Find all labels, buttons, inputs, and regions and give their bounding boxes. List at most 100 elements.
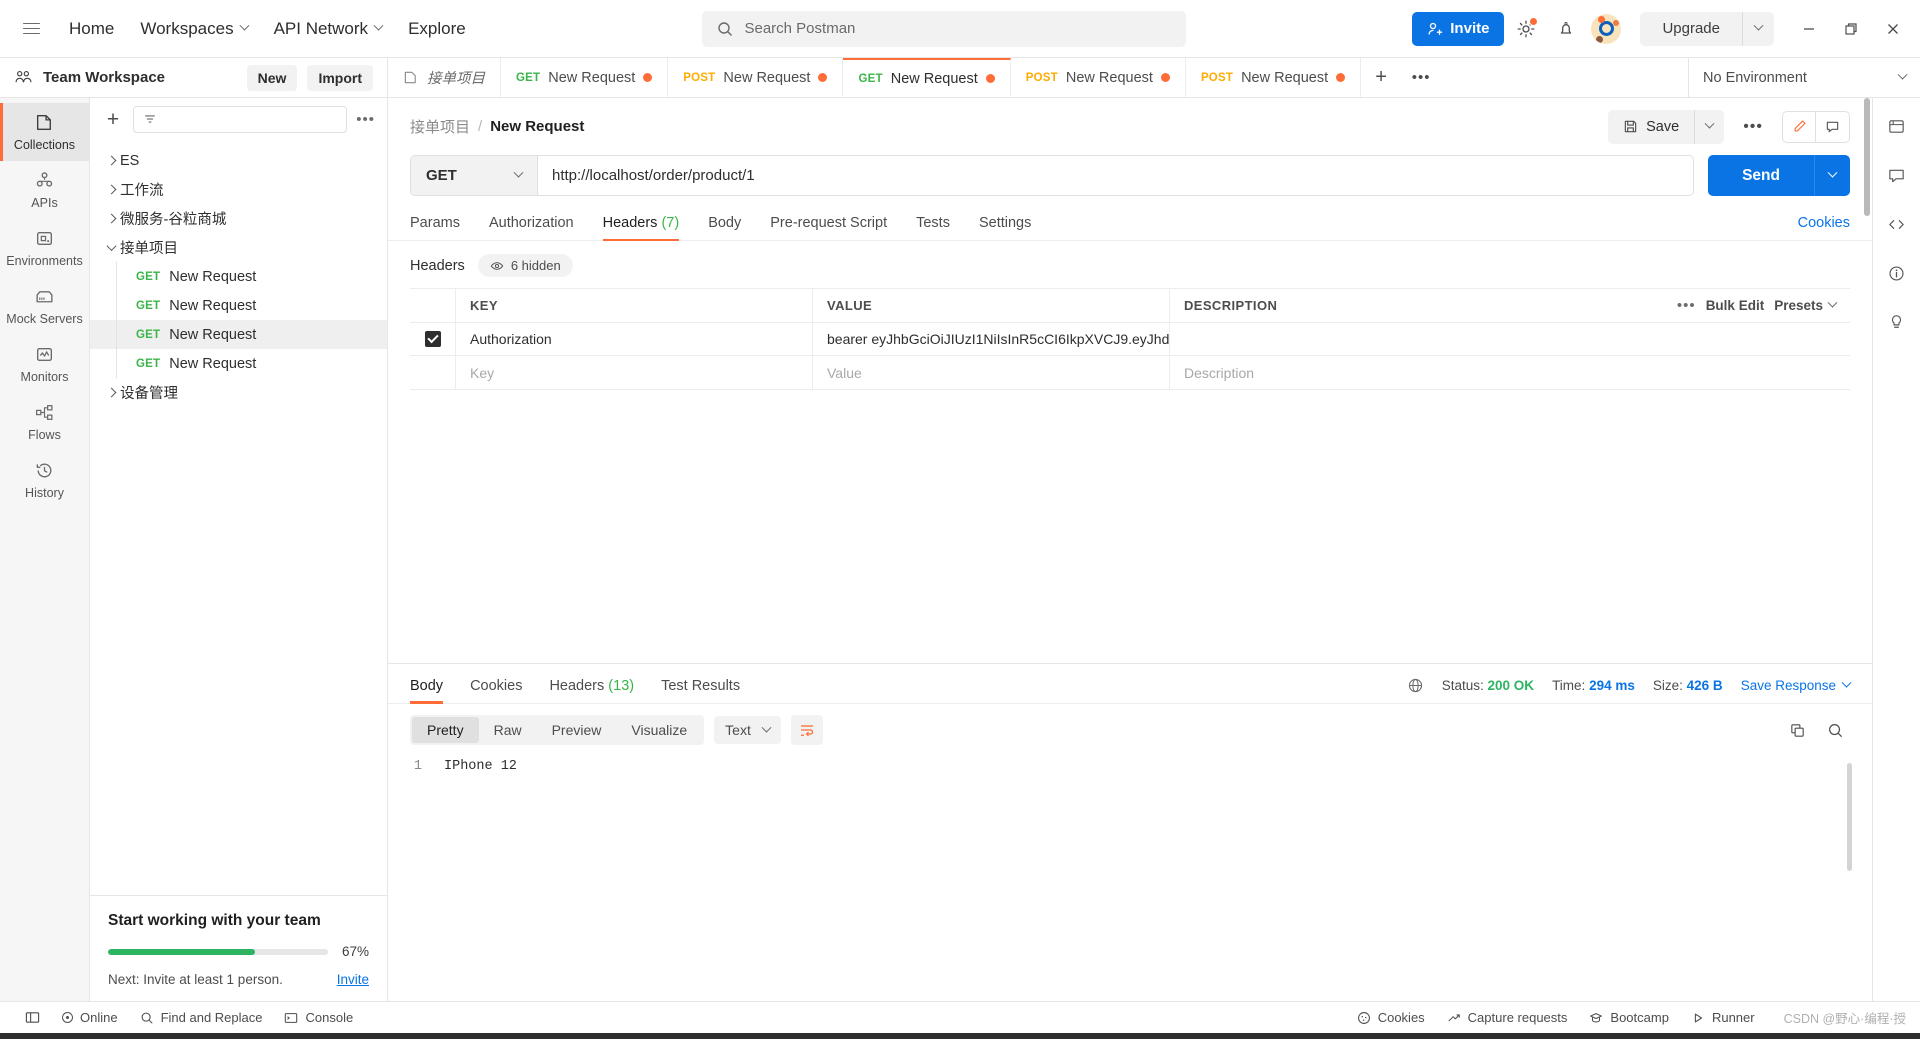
hamburger-icon[interactable] (14, 12, 48, 46)
row-description[interactable] (1170, 323, 1850, 355)
save-dropdown-button[interactable] (1694, 109, 1724, 144)
code-icon[interactable] (1881, 208, 1913, 240)
view-mode-pretty[interactable]: Pretty (412, 717, 479, 743)
tree-request-1[interactable]: GET New Request (90, 262, 387, 291)
avatar-button[interactable] (1588, 11, 1624, 47)
environment-selector[interactable]: No Environment (1688, 58, 1920, 97)
content-scrollbar[interactable] (1864, 98, 1870, 216)
presets-button[interactable]: Presets (1774, 297, 1838, 313)
content-type-selector[interactable]: Text (714, 716, 781, 744)
tab-request-2[interactable]: POST New Request (668, 58, 844, 97)
cookies-link[interactable]: Cookies (1798, 215, 1850, 240)
tab-request-1[interactable]: GET New Request (501, 58, 669, 97)
online-status[interactable]: Online (51, 1002, 129, 1033)
tab-headers[interactable]: Headers (7) (602, 215, 679, 241)
sidebar-filter-input[interactable] (133, 105, 348, 133)
url-input[interactable]: http://localhost/order/product/1 (538, 156, 1693, 195)
tab-collection[interactable]: 接单项目 (388, 58, 501, 97)
chevron-right-icon[interactable] (102, 213, 120, 224)
copy-button[interactable] (1782, 715, 1812, 745)
breadcrumb-collection[interactable]: 接单项目 (410, 116, 470, 137)
send-dropdown-button[interactable] (1814, 155, 1850, 196)
capture-requests-button[interactable]: Capture requests (1436, 1010, 1579, 1025)
upgrade-button[interactable]: Upgrade (1640, 12, 1742, 46)
sidebar-item-monitors[interactable]: Monitors (0, 335, 89, 393)
response-scrollbar[interactable] (1847, 763, 1852, 871)
method-selector[interactable]: GET (411, 156, 538, 195)
row-description-placeholder[interactable]: Description (1170, 356, 1850, 389)
response-tab-test-results[interactable]: Test Results (661, 678, 740, 703)
chevron-right-icon[interactable] (102, 184, 120, 195)
chevron-right-icon[interactable] (102, 155, 120, 166)
bulb-icon[interactable] (1881, 306, 1913, 338)
hidden-headers-chip[interactable]: 6 hidden (477, 254, 573, 277)
capture-icon[interactable] (1881, 110, 1913, 142)
add-new-button[interactable]: + (102, 109, 124, 130)
sidebar-more-button[interactable]: ••• (356, 111, 375, 128)
tab-settings[interactable]: Settings (979, 215, 1031, 240)
tree-item-es[interactable]: ES (90, 146, 387, 175)
new-tab-button[interactable]: + (1361, 58, 1401, 97)
sidebar-item-collections[interactable]: Collections (0, 103, 89, 161)
tab-request-5[interactable]: POST New Request (1185, 58, 1362, 97)
runner-button[interactable]: Runner (1680, 1010, 1766, 1025)
import-button[interactable]: Import (307, 64, 373, 91)
tree-request-2[interactable]: GET New Request (90, 291, 387, 320)
close-button[interactable] (1872, 10, 1914, 48)
response-tab-body[interactable]: Body (410, 678, 444, 704)
chevron-down-icon[interactable] (102, 241, 120, 252)
search-input[interactable]: Search Postman (702, 10, 1187, 47)
tab-request-4[interactable]: POST New Request (1010, 58, 1186, 97)
find-replace-button[interactable]: Find and Replace (129, 1002, 274, 1033)
comment-icon[interactable] (1881, 159, 1913, 191)
tab-tests[interactable]: Tests (916, 215, 950, 240)
response-tab-cookies[interactable]: Cookies (470, 678, 522, 703)
search-response-button[interactable] (1820, 715, 1850, 745)
tab-authorization[interactable]: Authorization (489, 215, 574, 240)
sidebar-item-environments[interactable]: Environments (0, 219, 89, 277)
tree-request-4[interactable]: GET New Request (90, 349, 387, 378)
settings-button[interactable] (1508, 11, 1544, 47)
nav-workspaces[interactable]: Workspaces (129, 12, 258, 46)
row-checkbox[interactable] (424, 331, 441, 347)
save-response-button[interactable]: Save Response (1741, 677, 1852, 693)
cookies-button[interactable]: Cookies (1346, 1010, 1436, 1025)
globe-icon[interactable] (1407, 677, 1424, 694)
tab-params[interactable]: Params (410, 215, 460, 240)
tree-item-workflow[interactable]: 工作流 (90, 175, 387, 204)
tab-body[interactable]: Body (708, 215, 741, 240)
notifications-button[interactable] (1548, 11, 1584, 47)
table-more-button[interactable]: ••• (1677, 297, 1696, 314)
tab-pre-request-script[interactable]: Pre-request Script (770, 215, 887, 240)
tabs-more-button[interactable]: ••• (1401, 58, 1441, 97)
table-row[interactable]: Key Value Description (410, 356, 1850, 389)
wrap-lines-button[interactable] (790, 715, 823, 745)
info-icon[interactable] (1881, 257, 1913, 289)
nav-api-network[interactable]: API Network (263, 12, 393, 46)
view-mode-visualize[interactable]: Visualize (616, 717, 702, 743)
table-row[interactable]: Authorization bearer eyJhbGciOiJIUzI1NiI… (410, 323, 1850, 356)
response-body-view[interactable]: 1 IPhone 12 (388, 745, 1872, 1001)
tree-item-microservice[interactable]: 微服务-谷粒商城 (90, 204, 387, 233)
row-key[interactable]: Authorization (456, 323, 813, 355)
request-more-button[interactable]: ••• (1734, 112, 1772, 142)
save-button[interactable]: Save (1608, 110, 1694, 144)
upgrade-dropdown-button[interactable] (1742, 11, 1774, 46)
comment-button[interactable] (1816, 110, 1850, 143)
nav-home[interactable]: Home (58, 12, 125, 46)
tree-item-device-management[interactable]: 设备管理 (90, 378, 387, 407)
tree-item-order-project[interactable]: 接单项目 (90, 233, 387, 262)
tree-request-3-selected[interactable]: GET New Request (90, 320, 387, 349)
bulk-edit-button[interactable]: Bulk Edit (1706, 298, 1765, 313)
sidebar-item-mock-servers[interactable]: Mock Servers (0, 277, 89, 335)
minimize-button[interactable] (1788, 10, 1830, 48)
maximize-button[interactable] (1830, 10, 1872, 48)
row-value-placeholder[interactable]: Value (813, 356, 1170, 389)
invite-button[interactable]: Invite (1412, 11, 1505, 46)
view-mode-preview[interactable]: Preview (537, 717, 617, 743)
team-invite-link[interactable]: Invite (337, 972, 369, 987)
sidebar-item-apis[interactable]: APIs (0, 161, 89, 219)
chevron-right-icon[interactable] (102, 387, 120, 398)
sidebar-item-flows[interactable]: Flows (0, 393, 89, 451)
new-button[interactable]: New (246, 64, 298, 91)
